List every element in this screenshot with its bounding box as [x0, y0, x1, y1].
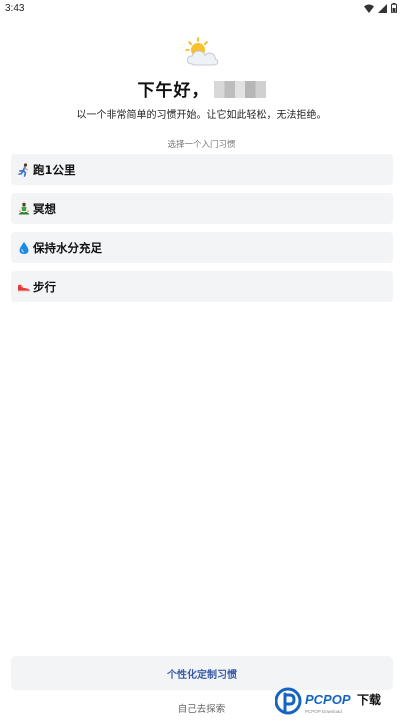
wifi-icon: [364, 4, 374, 13]
status-bar: 3:43: [0, 0, 403, 18]
habit-item-walk[interactable]: 步行: [11, 271, 393, 302]
water-drop-icon: [17, 241, 31, 255]
habit-item-label: 冥想: [33, 201, 56, 216]
meditation-icon: [17, 202, 31, 216]
pcpop-watermark: PCPOP 下载 PCPOP Download: [274, 684, 401, 718]
habit-item-run[interactable]: 跑1公里: [11, 154, 393, 185]
habit-section-label: 选择一个入门习惯: [167, 140, 236, 150]
habit-list: 跑1公里 冥想 保持水分充足 步行: [11, 154, 393, 310]
greeting-text: 下午好，: [137, 81, 210, 101]
shoe-icon: [17, 280, 31, 294]
battery-icon: [391, 3, 397, 13]
habit-item-meditate[interactable]: 冥想: [11, 193, 393, 224]
watermark-tagline: PCPOP Download: [305, 709, 342, 714]
status-icons: [364, 3, 397, 13]
status-time: 3:43: [5, 3, 25, 14]
habit-item-label: 步行: [33, 279, 56, 294]
watermark-brand: PCPOP: [305, 692, 351, 707]
greeting-title: 下午好，: [0, 76, 403, 101]
habit-item-label: 保持水分充足: [33, 240, 102, 255]
runner-icon: [17, 162, 31, 177]
watermark-suffix: 下载: [357, 692, 381, 707]
sun-behind-cloud-icon: [184, 36, 220, 68]
habit-item-label: 跑1公里: [33, 162, 76, 177]
username-redacted: [213, 81, 266, 98]
subtitle: 以一个非常简单的习惯开始。让它如此轻松，无法拒绝。: [76, 110, 327, 121]
pcpop-logo-icon: PCPOP 下载 PCPOP Download: [274, 687, 381, 715]
habit-item-hydrate[interactable]: 保持水分充足: [11, 232, 393, 263]
signal-icon: [378, 3, 387, 13]
